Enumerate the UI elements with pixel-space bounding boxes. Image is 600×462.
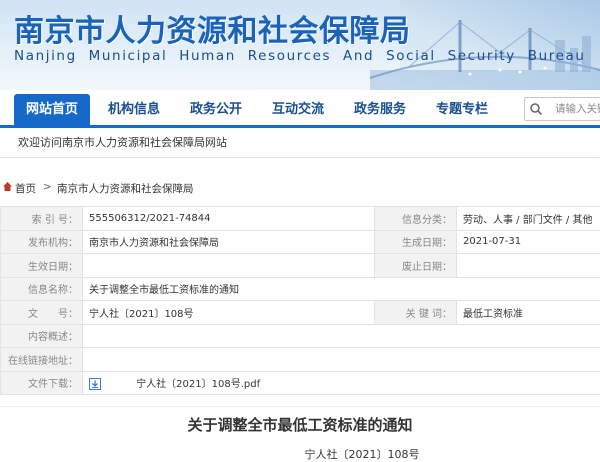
publisher-value: 南京市人力资源和社会保障局 bbox=[82, 229, 375, 254]
online-link-value bbox=[82, 347, 600, 372]
file-download-label: 文件下载： bbox=[0, 370, 83, 395]
home-icon bbox=[3, 182, 12, 191]
effective-date-label: 生效日期： bbox=[0, 253, 83, 278]
welcome-text: 欢迎访问南京市人力资源和社会保障局网站 bbox=[18, 136, 227, 149]
created-date-label: 生成日期： bbox=[374, 229, 457, 254]
article-doc-number: 宁人社〔2021〕108号 bbox=[304, 448, 420, 461]
breadcrumb: 首页 > 南京市人力资源和社会保障局 bbox=[0, 178, 600, 198]
welcome-bar: 欢迎访问南京市人力资源和社会保障局网站 bbox=[0, 128, 600, 158]
site-subtitle: Nanjing Municipal Human Resources And So… bbox=[14, 48, 586, 64]
file-download-cell: 宁人社〔2021〕108号.pdf bbox=[82, 370, 600, 395]
table-row: 发布机构： 南京市人力资源和社会保障局 生成日期： 2021-07-31 bbox=[0, 229, 600, 254]
divider bbox=[0, 406, 600, 407]
table-row: 信息名称： 关于调整全市最低工资标准的通知 bbox=[0, 276, 600, 301]
abolished-date-value bbox=[456, 253, 600, 278]
created-date-value: 2021-07-31 bbox=[456, 229, 600, 254]
table-row: 文件下载： 宁人社〔2021〕108号.pdf bbox=[0, 370, 600, 395]
search-placeholder: 请输入关键 bbox=[555, 103, 600, 115]
publisher-label: 发布机构： bbox=[0, 229, 83, 254]
index-value: 555506312/2021-74844 bbox=[82, 206, 375, 231]
nav-item-services[interactable]: 政务服务 bbox=[340, 94, 420, 126]
index-label: 索 引 号： bbox=[0, 206, 83, 231]
nav-item-organization[interactable]: 机构信息 bbox=[94, 94, 174, 126]
document-info-table: 索 引 号： 555506312/2021-74844 信息分类： 劳动、人事 … bbox=[0, 206, 600, 395]
nav-item-interaction[interactable]: 互动交流 bbox=[258, 94, 338, 126]
summary-value bbox=[82, 323, 600, 348]
breadcrumb-home-link[interactable]: 首页 bbox=[15, 181, 36, 196]
table-row: 内容概述： bbox=[0, 323, 600, 348]
category-label: 信息分类： bbox=[374, 206, 457, 231]
table-row: 文 号： 宁人社〔2021〕108号 关 键 词： 最低工资标准 bbox=[0, 300, 600, 325]
article-title: 关于调整全市最低工资标准的通知 bbox=[187, 416, 413, 434]
nav-item-gov-affairs[interactable]: 政务公开 bbox=[176, 94, 256, 126]
online-link-label: 在线链接地址： bbox=[0, 347, 83, 372]
category-value: 劳动、人事 / 部门文件 / 其他 bbox=[456, 206, 600, 231]
abolished-date-label: 废止日期： bbox=[374, 253, 457, 278]
effective-date-value bbox=[82, 253, 375, 278]
table-row: 生效日期： 废止日期： bbox=[0, 253, 600, 278]
doc-number-value: 宁人社〔2021〕108号 bbox=[82, 300, 375, 325]
doc-number-label: 文 号： bbox=[0, 300, 83, 325]
nav-item-topics[interactable]: 专题专栏 bbox=[422, 94, 502, 126]
table-row: 索 引 号： 555506312/2021-74844 信息分类： 劳动、人事 … bbox=[0, 206, 600, 231]
breadcrumb-current-link[interactable]: 南京市人力资源和社会保障局 bbox=[57, 181, 194, 196]
download-icon[interactable] bbox=[89, 378, 101, 391]
search-input[interactable]: 请输入关键 bbox=[524, 97, 600, 121]
info-name-value: 关于调整全市最低工资标准的通知 bbox=[82, 276, 600, 301]
table-row: 在线链接地址： bbox=[0, 347, 600, 372]
keyword-value: 最低工资标准 bbox=[456, 300, 600, 325]
nav-item-home[interactable]: 网站首页 bbox=[14, 94, 90, 126]
header-banner: 南京市人力资源和社会保障局 Nanjing Municipal Human Re… bbox=[0, 0, 600, 90]
site-title: 南京市人力资源和社会保障局 bbox=[14, 14, 411, 49]
main-nav: 网站首页 机构信息 政务公开 互动交流 政务服务 专题专栏 请输入关键 bbox=[0, 90, 600, 128]
info-name-label: 信息名称： bbox=[0, 276, 83, 301]
download-file-link[interactable]: 宁人社〔2021〕108号.pdf bbox=[136, 379, 260, 390]
summary-label: 内容概述： bbox=[0, 323, 83, 348]
breadcrumb-separator: > bbox=[43, 181, 52, 193]
search-icon[interactable] bbox=[529, 102, 543, 116]
keyword-label: 关 键 词： bbox=[374, 300, 457, 325]
